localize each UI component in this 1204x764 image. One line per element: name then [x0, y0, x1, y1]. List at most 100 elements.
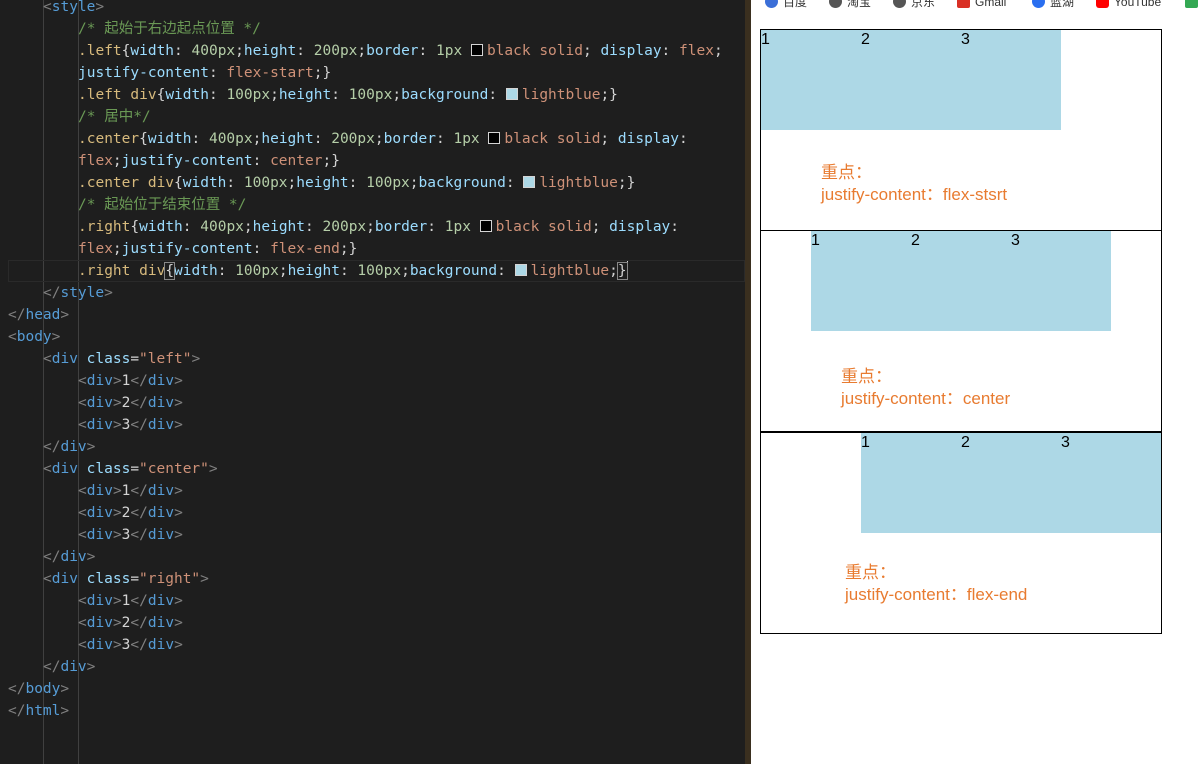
color-swatch-icon[interactable] — [514, 264, 527, 276]
color-swatch-icon[interactable] — [470, 44, 483, 56]
code-line[interactable]: </body> — [0, 678, 69, 700]
code-token: ;} — [617, 175, 636, 191]
code-token: > — [60, 681, 70, 697]
code-line[interactable]: <div class="center"> — [0, 458, 218, 480]
color-swatch-icon[interactable] — [479, 220, 492, 232]
code-token: center — [270, 153, 323, 169]
code-line[interactable]: <div>1</div> — [0, 480, 183, 502]
code-token: : — [296, 43, 314, 59]
code-line[interactable]: <div class="right"> — [0, 568, 209, 590]
code-line[interactable]: <body> — [0, 326, 60, 348]
flex-item: 1 — [811, 231, 911, 331]
color-swatch-icon[interactable] — [505, 88, 518, 100]
code-token: display — [617, 131, 679, 147]
code-token: height — [296, 175, 349, 191]
code-line[interactable]: <div>3</div> — [0, 414, 183, 436]
code-token: < — [78, 373, 87, 389]
code-token: /* 居中*/ — [78, 109, 151, 125]
code-token: background — [401, 87, 489, 103]
bookmark-label: 淘宝 — [847, 0, 872, 9]
code-token: div — [147, 615, 175, 631]
code-token: </ — [130, 373, 148, 389]
code-token: border — [383, 131, 436, 147]
code-token: : — [497, 263, 515, 279]
code-token: > — [95, 0, 105, 15]
code-line[interactable]: .right{width: 400px;height: 200px;border… — [0, 216, 679, 238]
code-token: body — [16, 329, 52, 345]
code-token: </ — [8, 703, 26, 719]
bookmark-taobao[interactable]: 淘宝 — [829, 0, 871, 11]
code-line-current[interactable]: .right div{width: 100px;height: 100px;ba… — [8, 260, 745, 282]
code-line[interactable]: <div>2</div> — [0, 612, 183, 634]
code-token: div — [86, 373, 113, 389]
code-token: > — [112, 527, 122, 543]
code-token: : — [208, 87, 227, 103]
code-token: < — [43, 351, 52, 367]
code-token: /* 起始于右边起点位置 */ — [78, 21, 261, 37]
code-token: width — [139, 219, 183, 235]
code-token: border — [374, 219, 428, 235]
code-line[interactable]: <div class="left"> — [0, 348, 200, 370]
code-line[interactable]: <style> — [0, 0, 104, 18]
code-line[interactable]: </div> — [0, 656, 95, 678]
code-token: 400px — [208, 131, 253, 147]
code-line[interactable]: </style> — [0, 282, 113, 304]
code-line[interactable]: .center{width: 400px;height: 200px;borde… — [0, 128, 688, 150]
code-line[interactable]: .left{width: 400px;height: 200px;border:… — [0, 40, 723, 62]
bookmark-overflow[interactable] — [1185, 0, 1203, 11]
code-line[interactable]: </head> — [0, 304, 69, 326]
code-token: > — [86, 659, 96, 675]
code-token: : — [505, 175, 524, 191]
code-line[interactable]: justify-content: flex-start;} — [0, 62, 331, 84]
code-token: flex-end — [270, 241, 340, 257]
bookmark-label: 百度 — [783, 0, 808, 9]
code-token: { — [139, 131, 148, 147]
code-line[interactable]: <div>3</div> — [0, 524, 183, 546]
code-token: width — [165, 87, 209, 103]
code-line[interactable]: </html> — [0, 700, 69, 722]
color-swatch-icon[interactable] — [523, 176, 536, 188]
bookmark-gmail[interactable]: Gmail — [957, 0, 1006, 11]
code-token: < — [78, 637, 87, 653]
flex-start-note: 重点： justify-content：flex-stsrt — [821, 162, 1007, 206]
code-line[interactable]: </div> — [0, 436, 95, 458]
code-token: head — [25, 307, 61, 323]
code-token: class — [86, 571, 131, 587]
code-token: ; — [401, 263, 410, 279]
bookmark-youtube[interactable]: YouTube — [1096, 0, 1161, 11]
code-line[interactable]: .center div{width: 100px;height: 100px;b… — [0, 172, 635, 194]
bookmark-label: Gmail — [975, 0, 1007, 9]
code-token: 200px — [313, 43, 358, 59]
bookmark-lanhu[interactable]: 蓝湖 — [1032, 0, 1074, 11]
baidu-paw-icon — [765, 0, 778, 8]
code-token: body — [25, 681, 61, 697]
code-line[interactable]: /* 居中*/ — [0, 106, 151, 128]
code-token: { — [130, 219, 140, 235]
code-line[interactable]: <div>2</div> — [0, 502, 183, 524]
code-token: height — [243, 43, 297, 59]
code-token: 400px — [191, 43, 236, 59]
code-token: ; — [366, 219, 375, 235]
code-token: class — [86, 461, 131, 477]
code-line[interactable]: <div>2</div> — [0, 392, 183, 414]
note-title: 重点： — [845, 563, 896, 582]
code-token: 200px — [331, 131, 375, 147]
code-line[interactable]: .left div{width: 100px;height: 100px;bac… — [0, 84, 618, 106]
code-line[interactable]: <div>1</div> — [0, 370, 183, 392]
image-icon — [1185, 0, 1198, 8]
bookmark-baidu[interactable]: 百度 — [765, 0, 807, 11]
code-line[interactable]: flex;justify-content: center;} — [0, 150, 340, 172]
code-token: display — [609, 219, 671, 235]
code-line[interactable]: /* 起始于右边起点位置 */ — [0, 18, 261, 40]
color-swatch-icon[interactable] — [488, 132, 501, 144]
code-line[interactable]: </div> — [0, 546, 95, 568]
flex-item: 3 — [961, 30, 1061, 130]
code-token: div — [86, 417, 113, 433]
bookmark-jd[interactable]: 京东 — [893, 0, 935, 11]
code-token: > — [174, 417, 183, 433]
code-editor[interactable]: <style> /* 起始于右边起点位置 */ .left{width: 400px… — [0, 0, 745, 764]
code-line[interactable]: <div>3</div> — [0, 634, 183, 656]
code-line[interactable]: /* 起始位于结束位置 */ — [0, 194, 246, 216]
code-line[interactable]: <div>1</div> — [0, 590, 183, 612]
code-line[interactable]: flex;justify-content: flex-end;} — [0, 238, 357, 260]
